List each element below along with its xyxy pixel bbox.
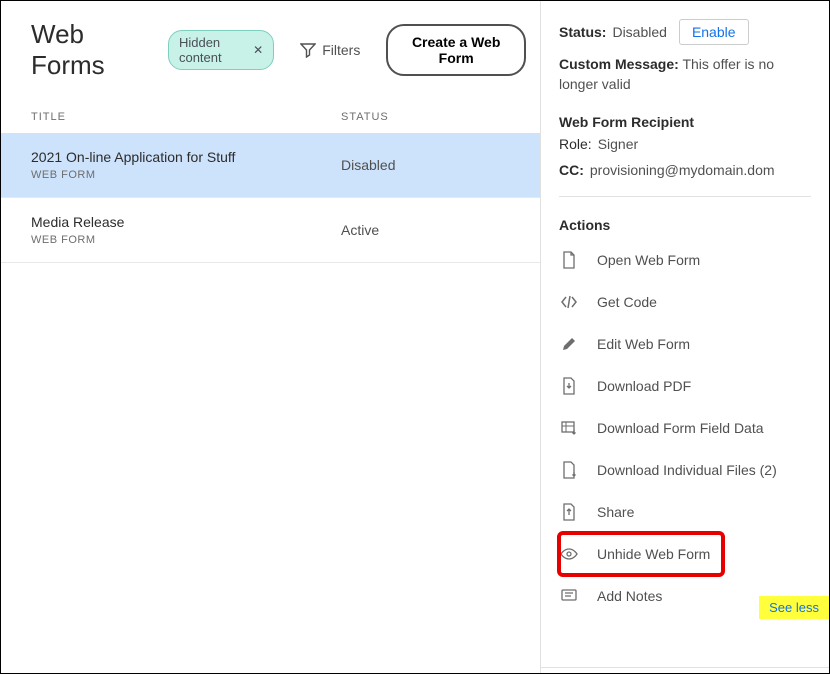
left-pane: Web Forms Hidden content ✕ Filters Creat… bbox=[1, 1, 541, 673]
status-value: Disabled bbox=[612, 24, 666, 40]
table-header: TITLE STATUS bbox=[1, 93, 540, 133]
action-open-web-form[interactable]: Open Web Form bbox=[559, 239, 829, 281]
cc-line: CC: provisioning@mydomain.dom bbox=[559, 162, 811, 178]
create-web-form-button[interactable]: Create a Web Form bbox=[386, 24, 526, 76]
action-label: Download PDF bbox=[597, 378, 691, 394]
divider bbox=[559, 196, 811, 197]
status-line: Status: Disabled Enable bbox=[559, 19, 811, 45]
action-label: Share bbox=[597, 504, 634, 520]
app-frame: Web Forms Hidden content ✕ Filters Creat… bbox=[0, 0, 830, 674]
role-label: Role: bbox=[559, 136, 592, 152]
action-edit-web-form[interactable]: Edit Web Form bbox=[559, 323, 829, 365]
action-label: Download Individual Files (2) bbox=[597, 462, 777, 478]
document-icon bbox=[559, 250, 579, 270]
row-type: WEB FORM bbox=[31, 234, 341, 246]
cc-label: CC: bbox=[559, 162, 584, 178]
share-icon bbox=[559, 502, 579, 522]
custom-message-line: Custom Message: This offer is no longer … bbox=[559, 55, 811, 94]
funnel-icon bbox=[300, 42, 316, 58]
row-status: Active bbox=[341, 222, 526, 238]
action-label: Unhide Web Form bbox=[597, 546, 710, 562]
action-share[interactable]: Share bbox=[559, 491, 829, 533]
header-row: Web Forms Hidden content ✕ Filters Creat… bbox=[1, 1, 540, 93]
column-header-title: TITLE bbox=[31, 111, 341, 123]
custom-message-label: Custom Message: bbox=[559, 56, 679, 72]
role-line: Role: Signer bbox=[559, 136, 811, 152]
table-row[interactable]: Media Release WEB FORM Active bbox=[1, 198, 540, 263]
action-label: Open Web Form bbox=[597, 252, 700, 268]
action-label: Get Code bbox=[597, 294, 657, 310]
action-label: Download Form Field Data bbox=[597, 420, 764, 436]
cc-value: provisioning@mydomain.dom bbox=[590, 162, 775, 178]
download-pdf-icon bbox=[559, 376, 579, 396]
page-title: Web Forms bbox=[31, 19, 140, 81]
detail-pane: Status: Disabled Enable Custom Message: … bbox=[541, 1, 829, 673]
filters-button[interactable]: Filters bbox=[288, 36, 372, 64]
notes-icon bbox=[559, 586, 579, 606]
actions-list: Open Web Form Get Code Edit Web Form Dow… bbox=[541, 239, 829, 617]
role-value: Signer bbox=[598, 136, 638, 152]
column-header-status: STATUS bbox=[341, 111, 526, 123]
close-icon[interactable]: ✕ bbox=[253, 43, 263, 57]
action-label: Add Notes bbox=[597, 588, 662, 604]
action-download-pdf[interactable]: Download PDF bbox=[559, 365, 829, 407]
action-label: Edit Web Form bbox=[597, 336, 690, 352]
filters-label: Filters bbox=[322, 42, 360, 58]
recipient-heading: Web Form Recipient bbox=[559, 114, 811, 130]
pencil-icon bbox=[559, 334, 579, 354]
actions-heading: Actions bbox=[559, 217, 811, 233]
row-type: WEB FORM bbox=[31, 169, 341, 181]
action-unhide-web-form[interactable]: Unhide Web Form bbox=[559, 533, 723, 575]
action-download-form-field-data[interactable]: Download Form Field Data bbox=[559, 407, 829, 449]
see-less-link[interactable]: See less bbox=[759, 596, 829, 619]
enable-button[interactable]: Enable bbox=[679, 19, 749, 45]
filter-chip-hidden-content[interactable]: Hidden content ✕ bbox=[168, 30, 274, 70]
row-title: 2021 On-line Application for Stuff bbox=[31, 149, 341, 165]
download-files-icon bbox=[559, 460, 579, 480]
table-row[interactable]: 2021 On-line Application for Stuff WEB F… bbox=[1, 133, 540, 198]
status-label: Status: bbox=[559, 24, 606, 40]
chip-label: Hidden content bbox=[179, 35, 247, 65]
code-icon bbox=[559, 292, 579, 312]
action-get-code[interactable]: Get Code bbox=[559, 281, 829, 323]
row-title: Media Release bbox=[31, 214, 341, 230]
counter-signers-row[interactable]: 2 Counter Signers bbox=[541, 667, 829, 673]
download-data-icon bbox=[559, 418, 579, 438]
action-download-individual-files[interactable]: Download Individual Files (2) bbox=[559, 449, 829, 491]
row-status: Disabled bbox=[341, 157, 526, 173]
eye-icon bbox=[559, 544, 579, 564]
